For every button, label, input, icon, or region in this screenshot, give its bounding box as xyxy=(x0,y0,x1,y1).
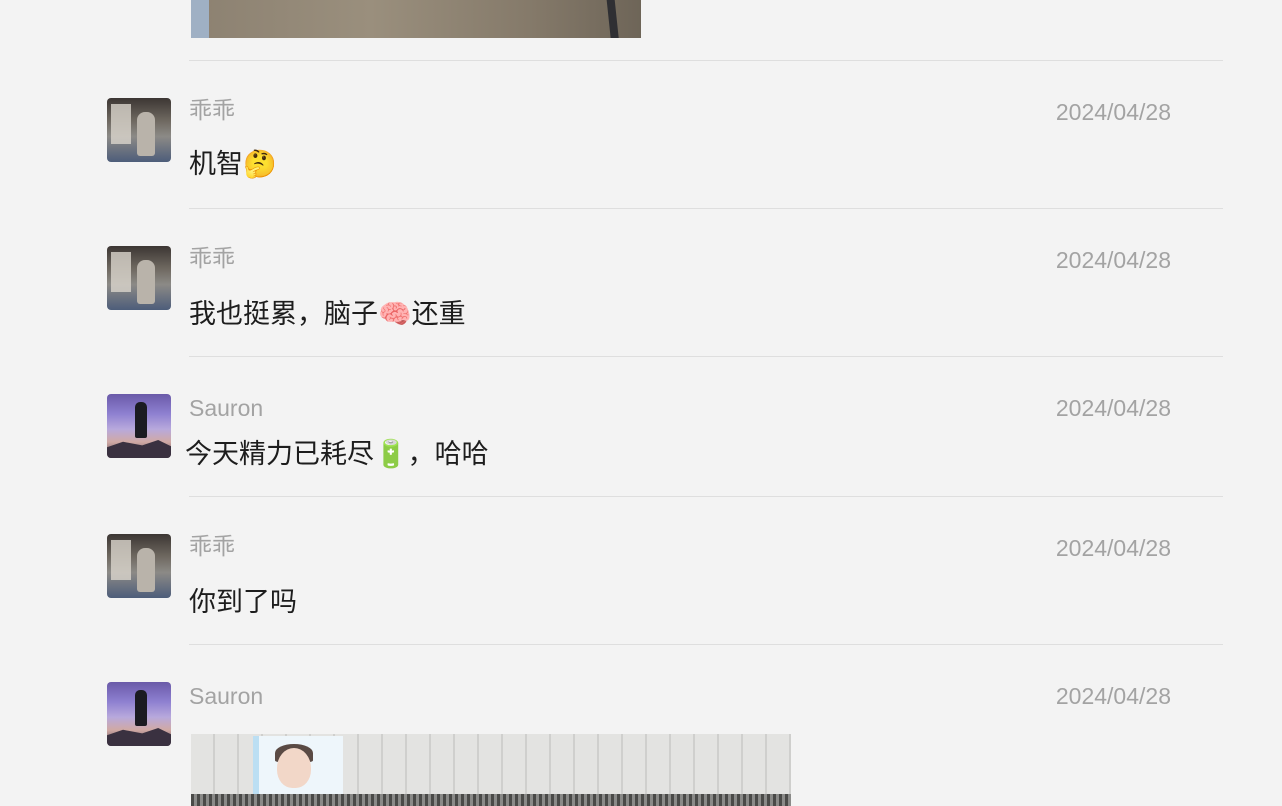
sender-name: 乖乖 xyxy=(189,97,235,123)
sender-name: 乖乖 xyxy=(189,533,235,559)
avatar-detail xyxy=(107,728,171,746)
image-detail xyxy=(277,748,311,788)
avatar[interactable] xyxy=(107,98,171,162)
message-divider xyxy=(189,496,1223,497)
message-divider xyxy=(189,644,1223,645)
message-text: 机智🤔 xyxy=(189,149,277,179)
message-divider xyxy=(189,208,1223,209)
message-date: 2024/04/28 xyxy=(1055,535,1171,561)
message-image-bottom[interactable] xyxy=(191,734,791,806)
avatar[interactable] xyxy=(107,246,171,310)
sender-name: Sauron xyxy=(189,683,264,709)
message-date: 2024/04/28 xyxy=(1055,683,1171,709)
image-detail xyxy=(191,0,209,38)
message-divider xyxy=(189,60,1223,61)
message-date: 2024/04/28 xyxy=(1055,395,1171,421)
avatar[interactable] xyxy=(107,394,171,458)
sender-name: 乖乖 xyxy=(189,245,235,271)
message-date: 2024/04/28 xyxy=(1055,99,1171,125)
avatar-detail xyxy=(137,548,155,592)
avatar-detail xyxy=(137,260,155,304)
message-date: 2024/04/28 xyxy=(1055,247,1171,273)
avatar-detail xyxy=(111,252,131,292)
image-detail xyxy=(191,794,791,806)
avatar[interactable] xyxy=(107,534,171,598)
message-text: 我也挺累，脑子🧠还重 xyxy=(189,299,466,329)
message-divider xyxy=(189,356,1223,357)
message-image-top[interactable] xyxy=(191,0,641,38)
avatar-detail xyxy=(135,402,147,438)
avatar-detail xyxy=(135,690,147,726)
avatar-detail xyxy=(111,104,131,144)
image-detail xyxy=(605,0,621,38)
avatar-detail xyxy=(137,112,155,156)
avatar-detail xyxy=(107,440,171,458)
sender-name: Sauron xyxy=(189,395,264,421)
avatar[interactable] xyxy=(107,682,171,746)
message-text: 你到了吗 xyxy=(189,587,297,617)
avatar-detail xyxy=(111,540,131,580)
message-text: 今天精力已耗尽🔋，哈哈 xyxy=(185,439,489,469)
